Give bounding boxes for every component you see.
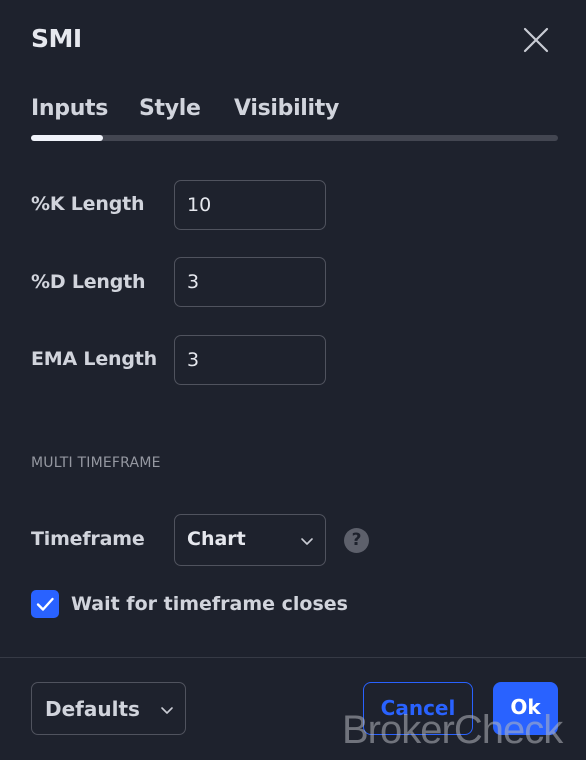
cancel-label: Cancel <box>380 696 456 720</box>
d-length-field[interactable] <box>174 257 326 307</box>
cancel-button[interactable]: Cancel <box>363 682 473 735</box>
chevron-down-icon <box>301 538 313 545</box>
indicator-settings-dialog: SMI Inputs Style Visibility %K Length %D… <box>0 0 586 760</box>
k-length-label: %K Length <box>31 193 145 215</box>
tab-track <box>31 135 558 141</box>
k-length-field[interactable] <box>174 180 326 230</box>
d-length-input[interactable] <box>175 258 325 306</box>
checkmark-icon <box>36 597 54 611</box>
wait-timeframe-label[interactable]: Wait for timeframe closes <box>71 593 348 615</box>
ok-label: Ok <box>510 695 541 719</box>
tab-style[interactable]: Style <box>139 96 201 121</box>
tab-visibility[interactable]: Visibility <box>234 96 339 121</box>
ema-length-input[interactable] <box>175 336 325 384</box>
k-length-input[interactable] <box>175 181 325 229</box>
d-length-label: %D Length <box>31 271 146 293</box>
close-icon <box>523 27 549 53</box>
chevron-down-icon <box>161 707 173 714</box>
timeframe-label: Timeframe <box>31 528 145 550</box>
ema-length-label: EMA Length <box>31 348 157 370</box>
dialog-title: SMI <box>31 24 82 53</box>
defaults-label: Defaults <box>45 697 140 721</box>
ok-button[interactable]: Ok <box>493 682 558 735</box>
close-button[interactable] <box>520 24 552 56</box>
question-circle-icon[interactable]: ? <box>344 528 369 553</box>
defaults-button[interactable]: Defaults <box>31 682 186 735</box>
footer-divider <box>0 657 586 658</box>
tab-inputs[interactable]: Inputs <box>31 96 108 121</box>
timeframe-value: Chart <box>187 528 246 550</box>
timeframe-select[interactable]: Chart <box>174 514 326 566</box>
active-tab-indicator <box>31 135 103 141</box>
ema-length-field[interactable] <box>174 335 326 385</box>
multi-timeframe-section-title: MULTI TIMEFRAME <box>31 455 161 471</box>
wait-timeframe-checkbox[interactable] <box>31 590 59 618</box>
